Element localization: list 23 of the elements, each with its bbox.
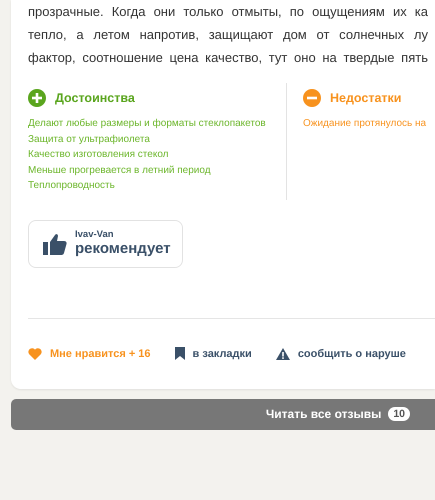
thumbs-up-icon (43, 232, 67, 256)
author-name: Ivav-Van (75, 229, 115, 240)
warning-icon (276, 348, 290, 360)
pros-item: Меньше прогревается в летний период (28, 164, 211, 178)
cons-item: Ожидание протянулось на (303, 117, 426, 131)
plus-icon (28, 89, 46, 107)
review-count: 10 (388, 407, 410, 421)
heart-icon (28, 348, 42, 360)
review-text: фактор, соотношение цена качество, тут оно на твердые пять (28, 49, 428, 67)
report-link[interactable]: сообщить о наруше (276, 348, 406, 360)
cons-title: Недостатки (330, 91, 402, 105)
read-all-button[interactable]: Читать все отзывы 10 (11, 398, 435, 430)
review-text: прозрачные. Когда они только отмыты, по ощущениям их ка (28, 3, 428, 21)
pros-item: Делают любые размеры и форматы стеклопакетов (28, 117, 266, 131)
review-text: тепло, а летом напротив, защищают дом от солнечных лу (28, 26, 428, 44)
minus-icon (303, 89, 321, 107)
bookmark-link[interactable]: в закладки (174, 347, 252, 360)
pros-item: Теплопроводность (28, 179, 115, 193)
pros-item: Качество изготовления стекол (28, 148, 169, 162)
bookmark-icon (174, 347, 185, 360)
pros-item: Защита от ультрафиолета (28, 132, 150, 146)
recommend-label: рекомендует (75, 240, 171, 258)
pros-title: Достоинства (55, 91, 135, 105)
